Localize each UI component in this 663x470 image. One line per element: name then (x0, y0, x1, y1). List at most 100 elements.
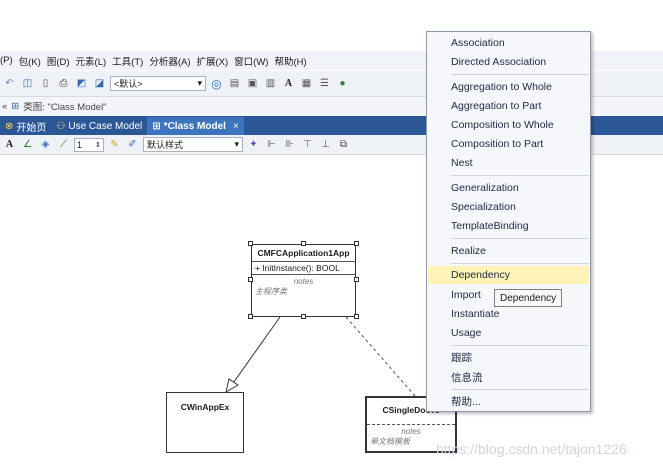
search-icon[interactable]: ◪ (92, 76, 107, 91)
tab-class-model[interactable]: ⊞ *Class Model × (147, 117, 244, 135)
resize-handle[interactable] (354, 241, 359, 246)
tab-label: *Class Model (163, 120, 226, 132)
tab-label: Use Case Model (68, 120, 143, 132)
style-combo[interactable]: <默认> ▾ (110, 76, 206, 91)
menu-item-tools[interactable]: 工具(T) (112, 54, 149, 68)
chevron-down-icon: ▾ (197, 78, 202, 88)
font-color-icon[interactable]: A (2, 137, 17, 152)
notes-label: notes (293, 277, 314, 286)
class-cwinappex[interactable]: CWinAppEx (166, 392, 244, 453)
menu-item-window[interactable]: 窗口(W) (234, 54, 274, 68)
resize-handle[interactable] (248, 314, 253, 319)
notes-label: notes (401, 427, 421, 436)
resize-handle[interactable] (248, 277, 253, 282)
resize-handle[interactable] (354, 277, 359, 282)
menu-item-usage[interactable]: Usage (428, 324, 589, 342)
menu-item-association[interactable]: Association (428, 34, 589, 52)
menu-item-instantiate[interactable]: Instantiate (428, 305, 589, 323)
menu-separator (451, 389, 589, 390)
line-color-icon[interactable]: ∠ (20, 137, 35, 152)
align-left-icon[interactable]: ⊩ (264, 137, 279, 152)
close-icon[interactable]: × (233, 121, 239, 132)
notes-text: 主程序类 (255, 287, 287, 296)
align-bottom-icon[interactable]: ⊥ (318, 137, 333, 152)
class-name: CWinAppEx (180, 402, 230, 412)
save-icon[interactable]: ▤ (227, 76, 242, 91)
class-diagram-icon: ⊞ (152, 120, 161, 132)
menu-item-generalization[interactable]: Generalization (428, 179, 589, 197)
help-icon[interactable]: ◎ (209, 76, 224, 91)
menu-item-directed-association[interactable]: Directed Association (428, 53, 589, 71)
tab-label: 开始页 (16, 122, 47, 134)
connector-context-menu: Association Directed Association Aggrega… (426, 31, 591, 412)
menu-item-project[interactable]: (P) (0, 55, 19, 66)
undo-icon[interactable]: ↶ (2, 76, 17, 91)
usecase-icon: ⚇ (56, 120, 66, 132)
print-icon[interactable]: ⎙ (56, 76, 71, 91)
menu-item-specialization[interactable]: Specialization (428, 198, 589, 216)
menu-item-trace[interactable]: 跟踪 (428, 348, 589, 366)
menu-item-help[interactable]: 帮助... (428, 392, 589, 410)
find-icon[interactable]: ◫ (20, 76, 35, 91)
diagram-style-value: 默认样式 (147, 140, 184, 150)
table-icon[interactable]: ☰ (317, 76, 332, 91)
resize-handle[interactable] (301, 241, 306, 246)
menu-item-package[interactable]: 包(K) (19, 54, 47, 68)
document-icon[interactable]: ▯ (38, 76, 53, 91)
font-icon[interactable]: A (281, 76, 296, 91)
collapse-icon[interactable]: « (2, 101, 7, 112)
preview-icon[interactable]: ◩ (74, 76, 89, 91)
tab-start-page[interactable]: ⊗ 开始页 (0, 117, 51, 135)
list-icon[interactable]: ▦ (299, 76, 314, 91)
menu-item-aggregation-to-whole[interactable]: Aggregation to Whole (428, 78, 589, 96)
class-name: CMFCApplication1App (257, 248, 350, 258)
menu-item-composition-to-whole[interactable]: Composition to Whole (428, 116, 589, 134)
menu-separator (451, 263, 589, 264)
line-width-spinner[interactable]: 1 ⇕ (74, 137, 104, 152)
align-center-icon[interactable]: ⊪ (282, 137, 297, 152)
menu-item-element[interactable]: 元素(L) (76, 54, 113, 68)
resize-handle[interactable] (248, 241, 253, 246)
menu-item-dependency[interactable]: Dependency (428, 266, 589, 284)
brush-icon[interactable]: ✎ (107, 137, 122, 152)
menu-item-analyzer[interactable]: 分析器(A) (149, 54, 196, 68)
style-combo-value: <默认> (114, 79, 143, 89)
diagram-icon: ⊞ (11, 100, 20, 112)
wand-icon[interactable]: ✦ (246, 137, 261, 152)
line-style-icon[interactable]: ⟋ (56, 137, 71, 152)
start-icon: ⊗ (5, 120, 14, 132)
menu-item-realize[interactable]: Realize (428, 242, 589, 260)
chevron-down-icon: ▾ (234, 139, 239, 149)
align-top-icon[interactable]: ⊤ (300, 137, 315, 152)
class-operation: + InitInstance(): BOOL (252, 261, 355, 274)
class-notes: notes 主程序类 (252, 274, 355, 299)
menu-item-aggregation-to-part[interactable]: Aggregation to Part (428, 97, 589, 115)
diagram-style-combo[interactable]: 默认样式 ▾ (143, 137, 243, 152)
dependency-tooltip: Dependency (494, 289, 563, 307)
page-icon[interactable]: ▥ (263, 76, 278, 91)
line-width-value: 1 (77, 139, 83, 150)
menu-item-help[interactable]: 帮助(H) (274, 54, 312, 68)
fill-color-icon[interactable]: ◈ (38, 137, 53, 152)
menu-separator (451, 345, 589, 346)
spinner-arrows-icon: ⇕ (95, 141, 101, 149)
watermark: https://blog.csdn.net/tajon1226 (436, 441, 627, 457)
resize-handle[interactable] (301, 314, 306, 319)
pen-icon[interactable]: ✐ (125, 137, 140, 152)
menu-item-nest[interactable]: Nest (428, 154, 589, 172)
menu-separator (451, 175, 589, 176)
menu-item-information-flow[interactable]: 信息流 (428, 368, 589, 386)
menu-item-templatebinding[interactable]: TemplateBinding (428, 217, 589, 235)
tab-use-case-model[interactable]: ⚇ Use Case Model (51, 117, 147, 135)
menu-separator (451, 74, 589, 75)
diagram-path-label: 类图: "Class Model" (23, 102, 107, 113)
layout-icon[interactable]: ⧉ (336, 137, 351, 152)
class-cmfcapplication1app[interactable]: CMFCApplication1App + InitInstance(): BO… (251, 244, 356, 317)
palette-icon[interactable]: ● (335, 76, 350, 91)
menu-item-extend[interactable]: 扩展(X) (196, 54, 234, 68)
menu-item-composition-to-part[interactable]: Composition to Part (428, 135, 589, 153)
resize-handle[interactable] (354, 314, 359, 319)
menu-item-diagram[interactable]: 图(D) (47, 54, 76, 68)
menu-separator (451, 238, 589, 239)
image-icon[interactable]: ▣ (245, 76, 260, 91)
